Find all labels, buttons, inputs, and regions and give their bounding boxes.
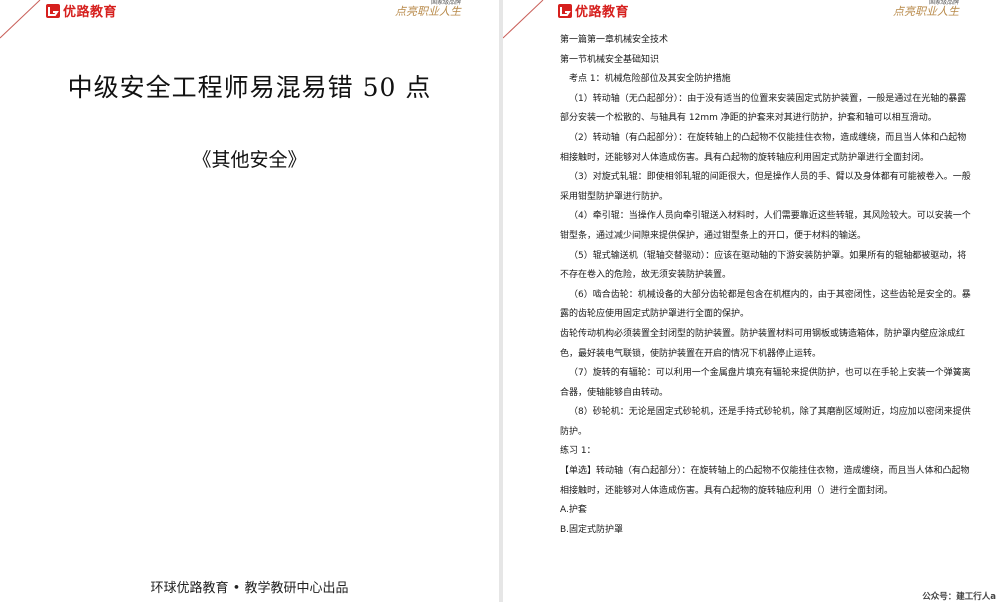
section-heading: 第一节机械安全基础知识 [560, 54, 660, 65]
document-body: 第一篇第一章机械安全技术 第一节机械安全基础知识 考点 1：机械危险部位及其安全… [560, 31, 972, 540]
page-right: 优路教育 国家级品牌 点亮职业人生 第一篇第一章机械安全技术 第一节机械安全基础… [503, 0, 999, 602]
exercise-question: 【单选】转动轴（有凸起部分）：在旋转轴上的凸起物不仅能挂住衣物，造成缠绕，而且当… [560, 466, 970, 496]
watermark: 公众号：建工行人a [922, 592, 996, 602]
page-corner-fold-icon [503, 0, 544, 39]
topic-heading: 考点 1：机械危险部位及其安全防护措施 [569, 74, 731, 85]
page-left: 优路教育 国家级品牌 点亮职业人生 中级安全工程师易混易错 50 点 《其他安全… [0, 0, 499, 602]
paragraph: （4）牵引辊：当操作人员向牵引辊送入材料时，人们需要靠近这些转辊，其风险较大。可… [560, 211, 971, 241]
brand-logo-text: 优路教育 [63, 5, 118, 20]
paragraph: （5）辊式输送机（辊轴交替驱动）：应该在驱动轴的下游安装防护罩。如果所有的辊轴都… [560, 250, 967, 281]
document-subtitle: 《其他安全》 [192, 149, 307, 171]
paragraph: （2）转动轴（有凸起部分）：在旋转轴上的凸起物不仅能挂住衣物，造成缠绕，而且当人… [560, 132, 967, 163]
exercise-heading: 练习 1： [560, 446, 596, 457]
document-footer: 环球优路教育 • 教学教研中心出品 [150, 581, 349, 596]
brand-logo: 优路教育 [558, 1, 629, 20]
brand-logo-icon [558, 3, 572, 18]
exercise-option-a: A.护套 [560, 505, 587, 516]
brand-logo-icon [46, 3, 60, 18]
paragraph: （6）啮合齿轮：机械设备的大部分齿轮都是包含在机框内的，由于其密闭性，这些齿轮是… [560, 289, 971, 320]
paragraph: （1）转动轴（无凸起部分）：由于没有适当的位置来安装固定式防护装置，一般是通过在… [560, 93, 967, 124]
paragraph: （7）旋转的有辐轮：可以利用一个金属盘片填充有辐轮来提供防护，也可以在手轮上安装… [560, 368, 971, 398]
brand-slogan: 国家级品牌 点亮职业人生 [395, 0, 461, 18]
brand-slogan-text: 点亮职业人生 [893, 5, 959, 18]
chapter-heading: 第一篇第一章机械安全技术 [560, 35, 669, 45]
brand-slogan-text: 点亮职业人生 [395, 5, 461, 18]
paragraph: 齿轮传动机构必须装置全封闭型的防护装置。防护装置材料可用钢板或铸造箱体，防护罩内… [560, 328, 966, 359]
page-corner-fold-icon [0, 0, 41, 39]
document-title: 中级安全工程师易混易错 50 点 [67, 73, 432, 102]
brand-slogan: 国家级品牌 点亮职业人生 [893, 0, 959, 18]
exercise-option-b: B.固定式防护罩 [560, 524, 624, 535]
paragraph: （3）对旋式轧辊：即使相邻轧辊的间距很大，但是操作人员的手、臂以及身体都有可能被… [560, 172, 971, 202]
brand-logo: 优路教育 [46, 1, 117, 20]
paragraph: （8）砂轮机：无论是固定式砂轮机，还是手持式砂轮机，除了其磨削区域附近，均应加以… [560, 407, 971, 437]
brand-logo-text: 优路教育 [575, 5, 630, 20]
